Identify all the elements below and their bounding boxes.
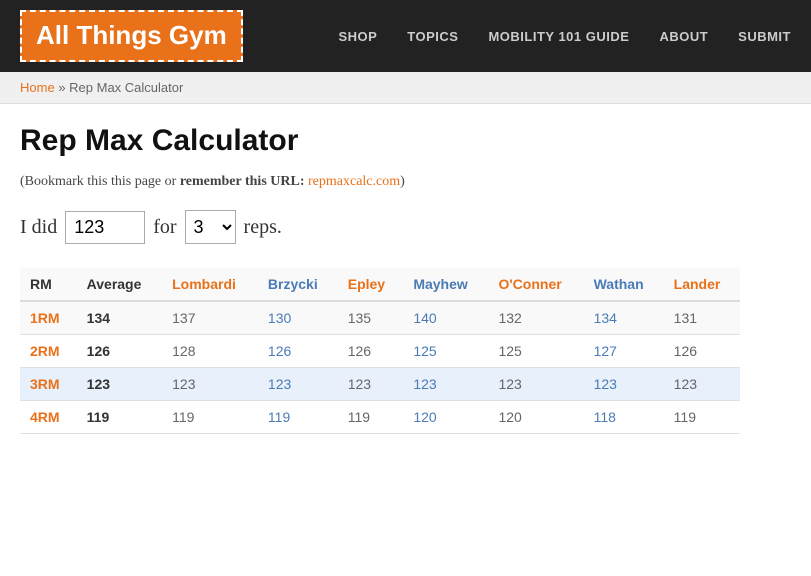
cell-rm: 1RM (20, 301, 77, 335)
col-header-lander: Lander (664, 268, 740, 301)
col-header-epley: Epley (338, 268, 404, 301)
cell-rm: 3RM (20, 368, 77, 401)
calc-middle: for (153, 216, 176, 239)
nav-item-shop[interactable]: SHOP (338, 29, 377, 44)
cell-mayhew: 125 (403, 335, 488, 368)
breadcrumb-separator: » (58, 80, 69, 95)
cell-lander: 131 (664, 301, 740, 335)
repmaxcalc-link[interactable]: repmaxcalc.com (308, 174, 400, 189)
breadcrumb-current: Rep Max Calculator (69, 80, 183, 95)
col-header-brzycki: Brzycki (258, 268, 338, 301)
cell-epley: 126 (338, 335, 404, 368)
cell-epley: 119 (338, 401, 404, 434)
cell-wathan: 123 (584, 368, 664, 401)
main-content: Rep Max Calculator (Bookmark this this p… (0, 104, 760, 454)
cell-average: 123 (77, 368, 162, 401)
cell-lander: 119 (664, 401, 740, 434)
col-header-mayhew: Mayhew (403, 268, 488, 301)
col-header-average: Average (77, 268, 162, 301)
col-header-wathan: Wathan (584, 268, 664, 301)
cell-epley: 135 (338, 301, 404, 335)
cell-o-conner: 120 (488, 401, 583, 434)
table-row: 1RM134137130135140132134131 (20, 301, 740, 335)
cell-mayhew: 123 (403, 368, 488, 401)
site-logo[interactable]: All Things Gym (20, 10, 243, 61)
cell-average: 126 (77, 335, 162, 368)
breadcrumb-home[interactable]: Home (20, 80, 55, 95)
cell-o-conner: 123 (488, 368, 583, 401)
cell-brzycki: 130 (258, 301, 338, 335)
cell-lander: 123 (664, 368, 740, 401)
table-body: 1RM1341371301351401321341312RM1261281261… (20, 301, 740, 434)
bookmark-note: (Bookmark this this page or remember thi… (20, 174, 740, 190)
cell-lombardi: 123 (162, 368, 258, 401)
cell-o-conner: 132 (488, 301, 583, 335)
cell-brzycki: 123 (258, 368, 338, 401)
cell-brzycki: 126 (258, 335, 338, 368)
nav-item-about[interactable]: ABOUT (659, 29, 708, 44)
cell-wathan: 127 (584, 335, 664, 368)
reps-select[interactable]: 12345678910 (185, 210, 236, 244)
breadcrumb: Home » Rep Max Calculator (0, 72, 811, 104)
table-row: 3RM123123123123123123123123 (20, 368, 740, 401)
main-nav: SHOP TOPICS MOBILITY 101 GUIDE ABOUT SUBMIT (338, 29, 791, 44)
calc-suffix: reps. (244, 216, 282, 239)
cell-average: 119 (77, 401, 162, 434)
site-header: All Things Gym SHOP TOPICS MOBILITY 101 GU… (0, 0, 811, 72)
results-table: RMAverageLombardiBrzyckiEpleyMayhewO'Con… (20, 268, 740, 434)
cell-mayhew: 120 (403, 401, 488, 434)
col-header-rm: RM (20, 268, 77, 301)
cell-lombardi: 128 (162, 335, 258, 368)
cell-wathan: 118 (584, 401, 664, 434)
table-header: RMAverageLombardiBrzyckiEpleyMayhewO'Con… (20, 268, 740, 301)
header-row: RMAverageLombardiBrzyckiEpleyMayhewO'Con… (20, 268, 740, 301)
cell-epley: 123 (338, 368, 404, 401)
calc-prefix: I did (20, 216, 57, 239)
nav-item-topics[interactable]: TOPICS (407, 29, 458, 44)
col-header-o-conner: O'Conner (488, 268, 583, 301)
cell-rm: 4RM (20, 401, 77, 434)
cell-o-conner: 125 (488, 335, 583, 368)
cell-lombardi: 119 (162, 401, 258, 434)
table-row: 4RM119119119119120120118119 (20, 401, 740, 434)
cell-rm: 2RM (20, 335, 77, 368)
cell-average: 134 (77, 301, 162, 335)
nav-item-submit[interactable]: SUBMIT (738, 29, 791, 44)
weight-input[interactable] (65, 211, 145, 244)
nav-item-mobility-101-guide[interactable]: MOBILITY 101 GUIDE (488, 29, 629, 44)
cell-lombardi: 137 (162, 301, 258, 335)
page-title: Rep Max Calculator (20, 124, 740, 158)
calculator-row: I did for 12345678910 reps. (20, 210, 740, 244)
table-row: 2RM126128126126125125127126 (20, 335, 740, 368)
cell-lander: 126 (664, 335, 740, 368)
cell-brzycki: 119 (258, 401, 338, 434)
cell-wathan: 134 (584, 301, 664, 335)
col-header-lombardi: Lombardi (162, 268, 258, 301)
cell-mayhew: 140 (403, 301, 488, 335)
